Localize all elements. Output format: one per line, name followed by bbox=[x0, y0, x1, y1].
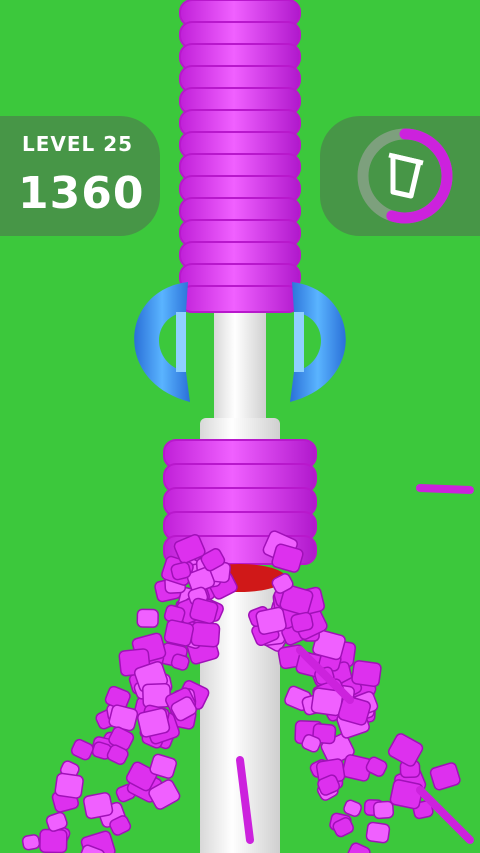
ring-segment bbox=[179, 285, 301, 313]
debris-cube bbox=[70, 738, 94, 761]
debris-cube bbox=[39, 828, 68, 853]
debris-cube bbox=[255, 606, 287, 635]
cup-icon bbox=[388, 152, 424, 199]
debris-cube bbox=[190, 621, 221, 648]
debris-cube bbox=[347, 842, 371, 853]
debris-cube bbox=[351, 660, 382, 688]
debris-cube bbox=[137, 707, 171, 738]
debris-cube bbox=[83, 792, 114, 820]
level-label: LEVEL 25 bbox=[22, 132, 134, 156]
debris-cube bbox=[54, 772, 84, 799]
debris-cube bbox=[290, 611, 314, 633]
debris-cube bbox=[429, 762, 461, 791]
score-value: 1360 bbox=[18, 168, 145, 219]
debris-cube bbox=[21, 834, 41, 851]
left-claw[interactable] bbox=[134, 282, 190, 402]
debris-cube bbox=[372, 800, 395, 820]
right-claw[interactable] bbox=[290, 282, 346, 402]
debris-cube bbox=[365, 821, 391, 844]
debris-cube bbox=[389, 779, 424, 810]
debris-cube bbox=[163, 619, 195, 647]
progress-ring bbox=[357, 128, 453, 224]
debris-cube bbox=[136, 608, 159, 628]
upper-ring-stack bbox=[179, 0, 301, 313]
debris-cube bbox=[170, 653, 190, 671]
debris-cube bbox=[108, 704, 139, 732]
